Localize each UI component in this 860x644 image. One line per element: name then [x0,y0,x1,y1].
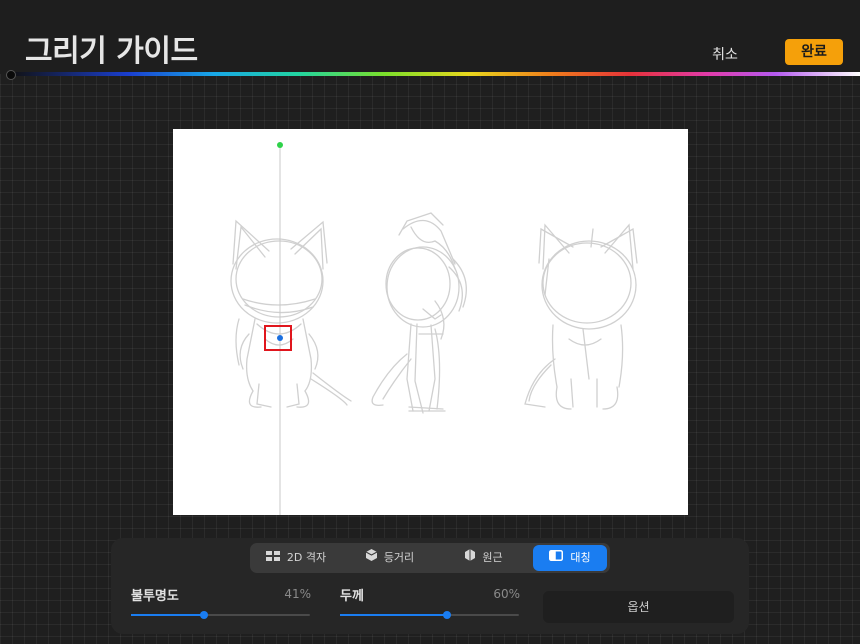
tab-2d-grid[interactable]: 2D 격자 [254,545,338,571]
thickness-slider-fill [340,614,448,616]
options-button[interactable]: 옵션 [543,591,734,623]
tab-label: 원근 [482,551,503,564]
axis-rotation-handle[interactable] [277,142,283,148]
drawing-canvas[interactable] [173,129,688,515]
tab-isometric[interactable]: 등거리 [348,545,432,571]
header: 그리기 가이드 취소 완료 [0,0,860,74]
thickness-slider-thumb[interactable] [443,611,452,619]
guide-mode-selector: 2D 격자 등거리 원근 대칭 [250,543,610,573]
opacity-slider-fill [131,614,205,616]
done-button[interactable]: 완료 [785,39,843,65]
opacity-slider[interactable] [131,611,310,619]
symmetry-handle-selection[interactable] [264,325,292,351]
thickness-slider[interactable] [340,611,519,619]
guide-settings-panel: 2D 격자 등거리 원근 대칭 불투명도 41% 두께 60% 옵션 [111,538,749,634]
opacity-value: 41% [284,587,311,601]
grid-2d-icon [265,545,280,571]
drawing-guide-screen: 그리기 가이드 취소 완료 2D 격자 등거리 원근 대칭 불투명도 41% 두… [0,0,860,644]
sketch-character-back [524,223,638,410]
color-slider-knob[interactable] [6,70,16,80]
perspective-icon [465,545,476,571]
thickness-label: 두께 [340,589,364,604]
opacity-slider-thumb[interactable] [200,611,209,619]
page-title: 그리기 가이드 [25,34,198,69]
sketch-artwork [230,145,638,515]
thickness-value: 60% [493,587,520,601]
tab-label: 2D 격자 [286,551,327,564]
tab-label: 대칭 [570,551,591,564]
tab-label: 등거리 [383,551,415,564]
symmetry-icon [549,545,564,571]
sketch-character-side [371,212,467,414]
cancel-button[interactable]: 취소 [700,44,750,64]
tab-perspective[interactable]: 원근 [442,545,526,571]
tab-symmetry[interactable]: 대칭 [533,545,607,571]
guide-color-slider[interactable] [10,72,860,76]
isometric-icon [365,545,378,571]
opacity-label: 불투명도 [131,589,179,604]
sketch-character-front [230,219,352,408]
